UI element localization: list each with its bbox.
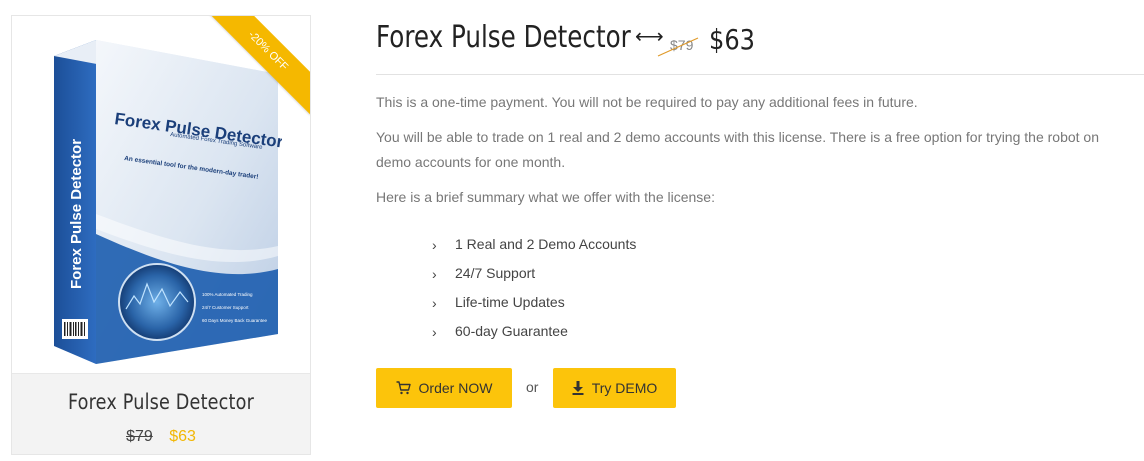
box-bullet-1: 100% Automated Trading: [202, 292, 253, 297]
box-spine-text: Forex Pulse Detector: [68, 139, 85, 289]
chevron-right-icon: ›: [432, 266, 437, 282]
price-strike-line: [657, 37, 699, 57]
order-now-button[interactable]: Order NOW: [376, 368, 512, 408]
box-bullet-2: 24/7 Customer Support: [202, 305, 249, 310]
try-demo-label: Try DEMO: [591, 380, 658, 396]
product-box-image[interactable]: Forex Pulse Detector Automated Forex Tra…: [12, 16, 310, 373]
download-icon: [572, 381, 584, 395]
header-divider: [376, 74, 1144, 75]
chevron-right-icon: ›: [432, 324, 437, 340]
feature-label: Life-time Updates: [455, 294, 565, 310]
page-title: Forex Pulse Detector: [376, 20, 631, 55]
list-item: › 1 Real and 2 Demo Accounts: [432, 232, 636, 261]
order-now-label: Order NOW: [418, 380, 493, 396]
summary-intro: Here is a brief summary what we offer wi…: [376, 189, 715, 205]
card-footer: Forex Pulse Detector $79 $63: [12, 373, 310, 454]
chevron-right-icon: ›: [432, 237, 437, 253]
chevron-right-icon: ›: [432, 295, 437, 311]
box-bullet-3: 60 Days Money Back Guarantee: [202, 318, 268, 323]
cart-icon: [396, 381, 411, 395]
or-separator: or: [526, 379, 539, 395]
feature-label: 1 Real and 2 Demo Accounts: [455, 236, 637, 252]
software-box-art: Forex Pulse Detector Automated Forex Tra…: [54, 40, 282, 364]
feature-label: 60-day Guarantee: [455, 323, 568, 339]
try-demo-button[interactable]: Try DEMO: [553, 368, 676, 408]
list-item: › Life-time Updates: [432, 290, 636, 319]
sale-price: $63: [709, 23, 755, 56]
feature-label: 24/7 Support: [455, 265, 536, 281]
license-note: You will be able to trade on 1 real and …: [376, 129, 1099, 170]
card-old-price: $79: [126, 428, 153, 445]
card-prices: $79 $63: [12, 428, 310, 446]
payment-note: This is a one-time payment. You will not…: [376, 94, 918, 110]
feature-list: › 1 Real and 2 Demo Accounts › 24/7 Supp…: [432, 232, 636, 348]
product-header: Forex Pulse Detector ⟷ $79 $63: [376, 20, 1136, 64]
barcode-icon: [62, 319, 88, 339]
product-card[interactable]: Forex Pulse Detector Automated Forex Tra…: [11, 15, 311, 455]
list-item: › 24/7 Support: [432, 261, 636, 290]
card-title[interactable]: Forex Pulse Detector: [36, 390, 286, 414]
card-new-price: $63: [169, 428, 196, 445]
list-item: › 60-day Guarantee: [432, 319, 636, 348]
